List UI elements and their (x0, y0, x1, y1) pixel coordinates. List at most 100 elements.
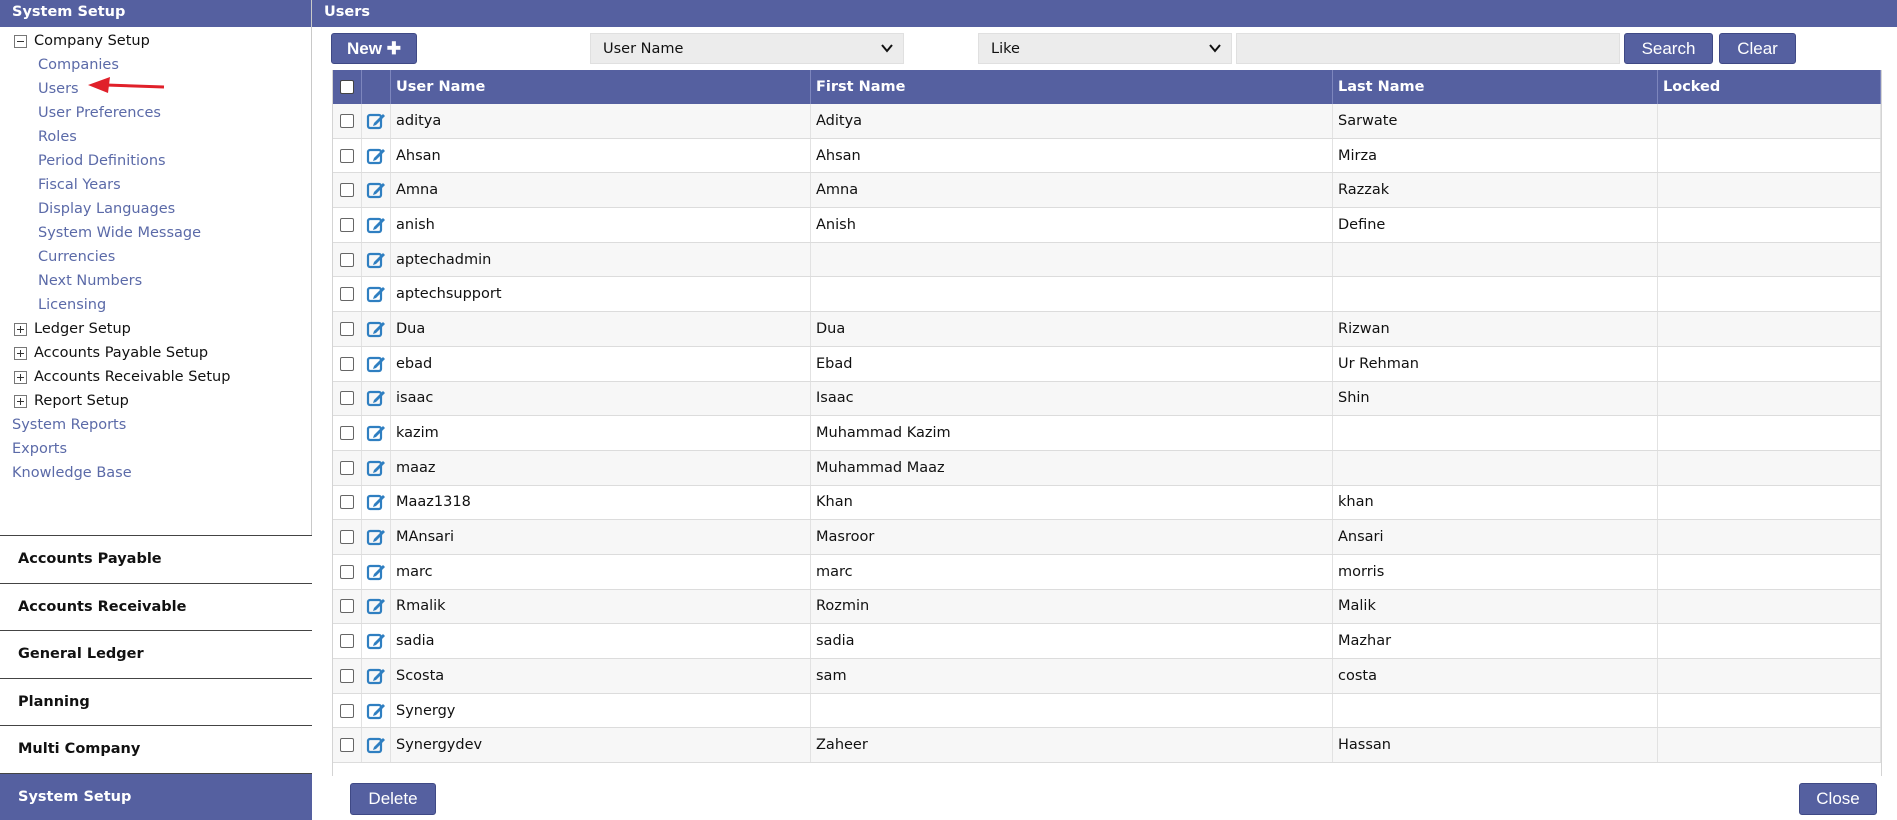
table-row[interactable]: sadia sadia Mazhar (333, 624, 1881, 659)
sidebar-link-system-reports[interactable]: System Reports (0, 413, 311, 437)
row-checkbox[interactable] (340, 634, 354, 649)
module-general-ledger[interactable]: General Ledger (0, 630, 312, 678)
table-row[interactable]: marc marc morris (333, 554, 1881, 590)
row-checkbox[interactable] (340, 183, 354, 198)
row-checkbox[interactable] (340, 391, 354, 406)
table-row[interactable]: aptechsupport (333, 277, 1881, 313)
table-row[interactable]: ebad Ebad Ur Rehman (333, 346, 1881, 382)
row-checkbox[interactable] (340, 252, 354, 267)
sidebar-link-knowledge-base[interactable]: Knowledge Base (0, 461, 311, 485)
table-row[interactable]: aptechadmin (333, 242, 1881, 278)
edit-pencil-icon[interactable] (366, 492, 386, 512)
table-row[interactable]: Amna Amna Razzak (333, 173, 1881, 209)
row-checkbox[interactable] (340, 564, 354, 579)
edit-pencil-icon[interactable] (366, 666, 386, 686)
tree-item-display-languages[interactable]: Display Languages (0, 197, 311, 221)
minus-box-icon[interactable] (14, 34, 27, 48)
row-checkbox[interactable] (340, 738, 354, 753)
table-row[interactable]: Dua Dua Rizwan (333, 312, 1881, 347)
column-header-user-name[interactable]: User Name (391, 70, 811, 104)
row-checkbox[interactable] (340, 703, 354, 718)
delete-button[interactable]: Delete (350, 783, 436, 815)
plus-box-icon[interactable] (14, 370, 27, 384)
search-field-select[interactable]: User Name (590, 33, 904, 64)
edit-pencil-icon[interactable] (366, 180, 386, 200)
row-checkbox[interactable] (340, 460, 354, 475)
edit-pencil-icon[interactable] (366, 111, 386, 131)
row-checkbox[interactable] (340, 148, 354, 163)
row-checkbox[interactable] (340, 113, 354, 128)
tree-item-system-wide-message[interactable]: System Wide Message (0, 221, 311, 245)
edit-pencil-icon[interactable] (366, 284, 386, 304)
module-accounts-receivable[interactable]: Accounts Receivable (0, 582, 312, 630)
table-row[interactable]: isaac Isaac Shin (333, 381, 1881, 417)
tree-node-company-setup[interactable]: Company Setup (0, 29, 311, 53)
row-checkbox[interactable] (340, 530, 354, 545)
new-button[interactable]: New ✚ (331, 33, 417, 64)
tree-node-accounts-receivable-setup[interactable]: Accounts Receivable Setup (0, 365, 311, 389)
tree-item-fiscal-years[interactable]: Fiscal Years (0, 173, 311, 197)
table-row[interactable]: Synergydev Zaheer Hassan (333, 728, 1881, 764)
search-input[interactable] (1236, 33, 1620, 64)
row-checkbox[interactable] (340, 321, 354, 336)
table-row[interactable]: Scosta sam costa (333, 659, 1881, 694)
edit-pencil-icon[interactable] (366, 215, 386, 235)
table-row[interactable]: Maaz1318 Khan khan (333, 485, 1881, 521)
table-row[interactable]: maaz Muhammad Maaz (333, 450, 1881, 486)
tree-node-report-setup[interactable]: Report Setup (0, 389, 311, 413)
row-checkbox[interactable] (340, 668, 354, 683)
cell-first-name (811, 693, 1333, 728)
edit-pencil-icon[interactable] (366, 458, 386, 478)
tree-item-next-numbers[interactable]: Next Numbers (0, 269, 311, 293)
table-row[interactable]: Rmalik Rozmin Malik (333, 589, 1881, 625)
edit-pencil-icon[interactable] (366, 319, 386, 339)
edit-pencil-icon[interactable] (366, 354, 386, 374)
row-checkbox[interactable] (340, 426, 354, 441)
edit-pencil-icon[interactable] (366, 423, 386, 443)
row-checkbox[interactable] (340, 287, 354, 302)
table-row[interactable]: anish Anish Define (333, 208, 1881, 243)
column-header-last-name[interactable]: Last Name (1333, 70, 1658, 104)
plus-box-icon[interactable] (14, 394, 27, 408)
table-row[interactable]: MAnsari Masroor Ansari (333, 520, 1881, 555)
edit-pencil-icon[interactable] (366, 146, 386, 166)
row-checkbox[interactable] (340, 356, 354, 371)
row-checkbox[interactable] (340, 495, 354, 510)
edit-pencil-icon[interactable] (366, 596, 386, 616)
select-all-checkbox[interactable] (340, 80, 354, 94)
edit-pencil-icon[interactable] (366, 388, 386, 408)
tree-item-user-preferences[interactable]: User Preferences (0, 101, 311, 125)
table-row[interactable]: aditya Aditya Sarwate (333, 104, 1881, 139)
table-row[interactable]: Ahsan Ahsan Mirza (333, 138, 1881, 174)
edit-pencil-icon[interactable] (366, 527, 386, 547)
tree-node-accounts-payable-setup[interactable]: Accounts Payable Setup (0, 341, 311, 365)
plus-box-icon[interactable] (14, 346, 27, 360)
tree-item-companies[interactable]: Companies (0, 53, 311, 77)
tree-item-currencies[interactable]: Currencies (0, 245, 311, 269)
close-button[interactable]: Close (1799, 783, 1877, 815)
module-planning[interactable]: Planning (0, 677, 312, 725)
edit-pencil-icon[interactable] (366, 562, 386, 582)
tree-item-licensing[interactable]: Licensing (0, 293, 311, 317)
module-multi-company[interactable]: Multi Company (0, 725, 312, 773)
table-row[interactable]: kazim Muhammad Kazim (333, 416, 1881, 451)
sidebar-link-exports[interactable]: Exports (0, 437, 311, 461)
plus-box-icon[interactable] (14, 322, 27, 336)
module-system-setup[interactable]: System Setup (0, 772, 312, 820)
module-accounts-payable[interactable]: Accounts Payable (0, 535, 312, 583)
edit-pencil-icon[interactable] (366, 250, 386, 270)
edit-pencil-icon[interactable] (366, 701, 386, 721)
row-checkbox[interactable] (340, 599, 354, 614)
edit-pencil-icon[interactable] (366, 735, 386, 755)
tree-item-period-definitions[interactable]: Period Definitions (0, 149, 311, 173)
clear-button[interactable]: Clear (1719, 33, 1796, 64)
search-button[interactable]: Search (1624, 33, 1713, 64)
edit-pencil-icon[interactable] (366, 631, 386, 651)
column-header-locked[interactable]: Locked (1658, 70, 1881, 104)
tree-item-roles[interactable]: Roles (0, 125, 311, 149)
column-header-first-name[interactable]: First Name (811, 70, 1333, 104)
row-checkbox[interactable] (340, 217, 354, 232)
search-operator-select[interactable]: Like (978, 33, 1232, 64)
tree-node-ledger-setup[interactable]: Ledger Setup (0, 317, 311, 341)
table-row[interactable]: Synergy (333, 693, 1881, 729)
